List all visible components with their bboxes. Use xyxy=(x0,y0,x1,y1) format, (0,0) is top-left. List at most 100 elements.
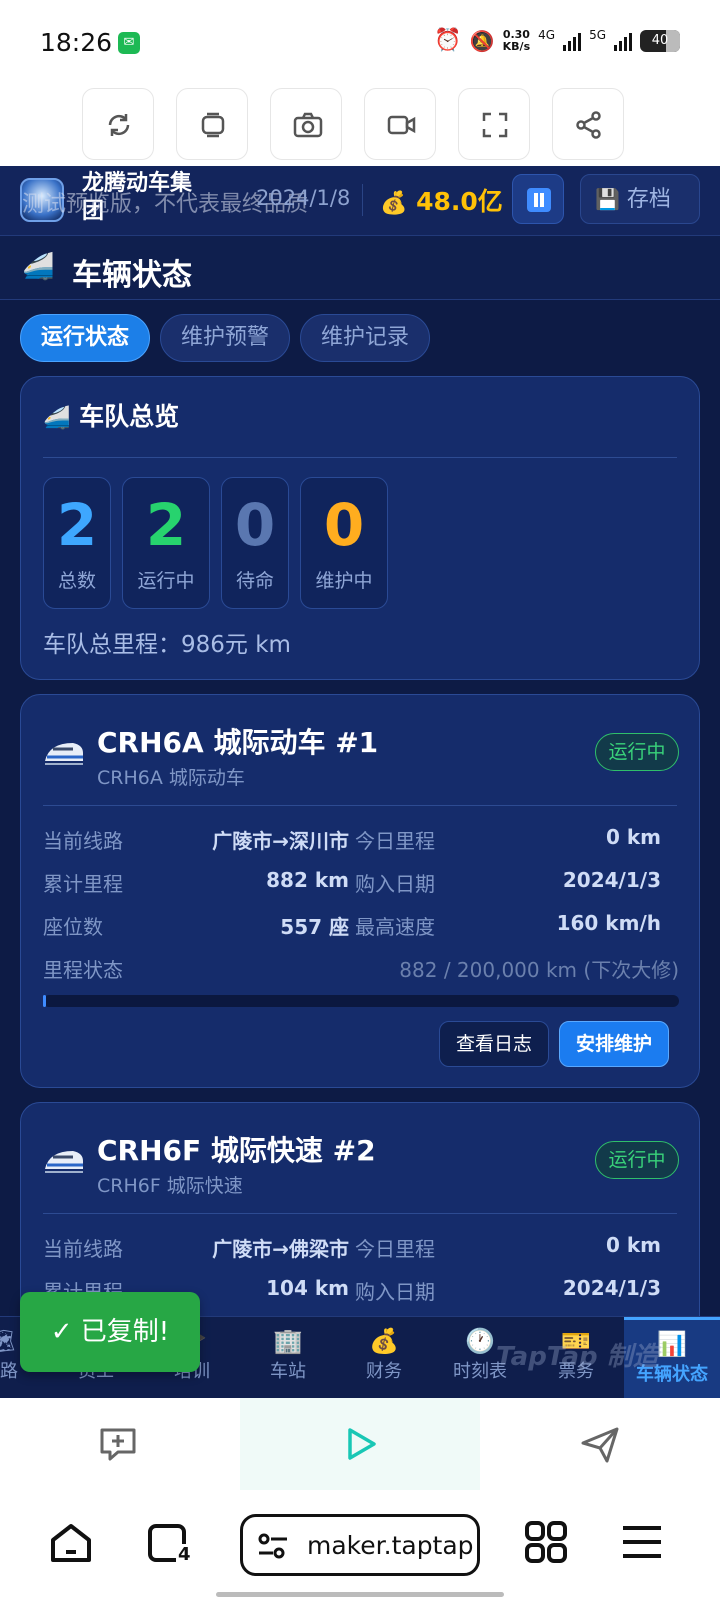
seats-value: 557 座 xyxy=(280,915,349,939)
signal-icon xyxy=(563,31,582,51)
refresh-icon xyxy=(108,114,130,136)
seats-label: 座位数 xyxy=(43,915,103,939)
preview-action-bar xyxy=(0,1398,720,1490)
train-icon: 🚄 xyxy=(43,406,71,431)
tab-maintenance-warning[interactable]: 维护预警 xyxy=(160,314,291,362)
nav-finance[interactable]: 💰 财务 xyxy=(336,1317,432,1398)
info-row: 当前线路 广陵市→深川市 今日里程 0 km xyxy=(43,825,679,855)
browser-bar: 4 maker.taptap xyxy=(0,1490,720,1600)
overview-title: 车队总览 xyxy=(79,402,180,431)
stat-standby-value: 0 xyxy=(234,491,276,559)
train-icon xyxy=(45,1151,83,1173)
stat-running: 2 运行中 xyxy=(122,477,210,609)
fullscreen-button[interactable] xyxy=(458,88,530,160)
feedback-button[interactable] xyxy=(96,1422,140,1466)
total-label: 累计里程 xyxy=(43,872,123,896)
send-button[interactable] xyxy=(578,1422,622,1466)
overview-heading: 🚄 车队总览 xyxy=(43,397,179,433)
play-button[interactable] xyxy=(240,1398,480,1490)
money-display: 💰 48.0亿 xyxy=(380,182,503,218)
nav-label: 车站 xyxy=(270,1361,306,1382)
address-bar[interactable]: maker.taptap xyxy=(240,1514,480,1576)
tab-maintenance-records[interactable]: 维护记录 xyxy=(300,314,431,362)
nav-stations[interactable]: 🏢 车站 xyxy=(240,1317,336,1398)
status-badge: 运行中 xyxy=(595,733,679,771)
fullscreen-icon xyxy=(482,112,508,138)
video-icon xyxy=(387,115,416,135)
stat-standby-label: 待命 xyxy=(235,570,274,592)
comment-add-icon xyxy=(100,1428,136,1461)
money-bag-icon: 💰 xyxy=(380,191,408,216)
site-settings-icon xyxy=(258,1533,287,1559)
route-label: 当前线路 xyxy=(43,829,123,853)
tab-running-status[interactable]: 运行状态 xyxy=(20,314,151,362)
apps-button[interactable] xyxy=(524,1520,568,1564)
stat-total: 2 总数 xyxy=(43,477,111,609)
page-title-bar: 🚄 车辆状态 xyxy=(0,236,720,300)
stat-maintenance: 0 维护中 xyxy=(300,477,388,609)
pause-icon xyxy=(527,188,551,212)
share-icon xyxy=(576,111,601,139)
total-mileage-value: 986元 km xyxy=(181,632,291,658)
fleet-overview-card: 🚄 车队总览 2 总数 2 运行中 0 待命 0 维护中 车队总里程：986元 … xyxy=(20,376,700,680)
tab-bar: 运行状态 维护预警 维护记录 xyxy=(20,314,431,362)
tab-count: 4 xyxy=(176,1544,193,1565)
game-header: 龙腾动车集团 测试预览版，不代表最终品质 2024/1/8 💰 48.0亿 💾 … xyxy=(0,166,720,236)
battery-level: 40 xyxy=(651,32,669,48)
header-divider xyxy=(362,184,363,216)
preview-toolbar xyxy=(0,86,720,166)
game-date: 2024/1/8 xyxy=(256,186,351,210)
pause-button[interactable] xyxy=(512,174,564,224)
save-button[interactable]: 💾 存档 xyxy=(580,174,700,224)
stat-total-value: 2 xyxy=(56,491,98,559)
info-row: 里程状态 882 / 200,000 km (下次大修) xyxy=(43,954,679,984)
mileage-status-value: 882 / 200,000 km (下次大修) xyxy=(399,958,679,982)
building-icon: 🏢 xyxy=(273,1327,303,1355)
schedule-maintenance-button[interactable]: 安排维护 xyxy=(559,1021,669,1067)
tabs-button[interactable]: 4 xyxy=(146,1520,193,1566)
sim1-label: 4G xyxy=(538,28,556,42)
floppy-icon: 💾 xyxy=(595,187,620,211)
copy-window-button[interactable] xyxy=(176,88,248,160)
train-name: CRH6F 城际快速 #2 xyxy=(97,1134,376,1167)
camera-icon xyxy=(293,112,323,138)
home-button[interactable] xyxy=(48,1520,94,1566)
home-icon xyxy=(51,1524,91,1562)
mute-icon: 🔕 xyxy=(469,28,495,53)
route-value: 广陵市→深川市 xyxy=(212,829,349,853)
today-label: 今日里程 xyxy=(355,829,435,853)
record-button[interactable] xyxy=(364,88,436,160)
screenshot-button[interactable] xyxy=(270,88,342,160)
train-icon: 🚄 xyxy=(22,252,55,282)
copy-window-icon xyxy=(201,112,225,138)
url-text: maker.taptap xyxy=(307,1531,474,1560)
nav-label: 财务 xyxy=(366,1361,402,1382)
info-row: 当前线路 广陵市→佛梁市 今日里程 0 km xyxy=(43,1233,679,1263)
route-value: 广陵市→佛梁市 xyxy=(212,1237,349,1261)
stat-standby: 0 待命 xyxy=(221,477,289,609)
today-value: 0 km xyxy=(605,1233,661,1257)
divider xyxy=(43,805,677,806)
clock: 18:26 xyxy=(40,28,113,57)
total-mileage-label: 车队总里程： xyxy=(43,632,181,658)
train-card: CRH6A 城际动车 #1 CRH6A 城际动车 运行中 当前线路 广陵市→深川… xyxy=(20,694,700,1088)
refresh-button[interactable] xyxy=(82,88,154,160)
status-bar: 18:26 ✉ ⏰ 🔕 0.30 KB/s 4G 5G 40 xyxy=(0,0,720,86)
taptap-watermark: TapTap 制造 xyxy=(496,1342,659,1372)
view-log-button[interactable]: 查看日志 xyxy=(439,1021,549,1067)
send-icon xyxy=(581,1427,619,1463)
train-name: CRH6A 城际动车 #1 xyxy=(97,726,379,759)
stat-running-label: 运行中 xyxy=(137,570,195,592)
status-icons: ⏰ 🔕 0.30 KB/s 4G 5G 40 xyxy=(434,28,680,53)
page-title: 车辆状态 xyxy=(72,258,192,293)
menu-button[interactable] xyxy=(620,1520,664,1564)
mileage-status-label: 里程状态 xyxy=(43,958,123,982)
nav-label: 线路 xyxy=(0,1361,18,1382)
share-button[interactable] xyxy=(552,88,624,160)
today-value: 0 km xyxy=(605,825,661,849)
alarm-icon: ⏰ xyxy=(434,28,462,53)
hamburger-icon xyxy=(623,1526,661,1558)
train-model: CRH6A 城际动车 xyxy=(97,767,245,789)
play-icon xyxy=(348,1428,376,1460)
game-app: 龙腾动车集团 测试预览版，不代表最终品质 2024/1/8 💰 48.0亿 💾 … xyxy=(0,166,720,1398)
